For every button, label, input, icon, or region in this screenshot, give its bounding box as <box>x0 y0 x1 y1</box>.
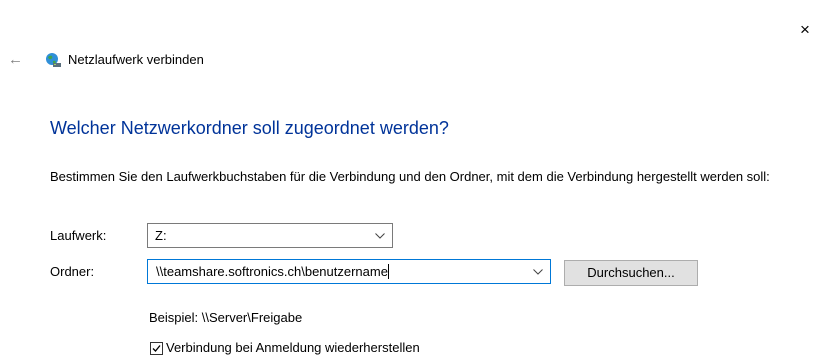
drive-letter-dropdown[interactable]: Z: <box>147 223 393 248</box>
chevron-down-icon[interactable] <box>526 260 550 283</box>
folder-label: Ordner: <box>50 264 95 279</box>
back-arrow-icon: ← <box>8 51 23 68</box>
folder-path-value: \\teamshare.softronics.ch\benutzername <box>156 264 388 279</box>
network-drive-icon <box>44 52 62 68</box>
description-text: Bestimmen Sie den Laufwerkbuchstaben für… <box>50 169 770 184</box>
folder-path-combobox[interactable]: \\teamshare.softronics.ch\benutzername <box>147 259 551 284</box>
example-hint: Beispiel: \\Server\Freigabe <box>149 310 303 325</box>
drive-letter-value: Z: <box>155 228 167 243</box>
close-button[interactable]: × <box>800 20 814 40</box>
window-title: Netzlaufwerk verbinden <box>68 52 204 67</box>
chevron-down-icon <box>368 224 392 247</box>
close-icon: × <box>800 20 810 39</box>
page-heading: Welcher Netzwerkordner soll zugeordnet w… <box>50 118 449 138</box>
reconnect-label[interactable]: Verbindung bei Anmeldung wiederherstelle… <box>166 340 420 356</box>
folder-path-input[interactable]: \\teamshare.softronics.ch\benutzername <box>148 264 526 279</box>
drive-label: Laufwerk: <box>50 228 107 243</box>
back-button[interactable]: ← <box>8 51 23 69</box>
text-caret <box>387 264 389 279</box>
checkmark-icon <box>152 345 161 352</box>
reconnect-checkbox[interactable] <box>150 342 163 355</box>
browse-button[interactable]: Durchsuchen... <box>564 260 698 286</box>
